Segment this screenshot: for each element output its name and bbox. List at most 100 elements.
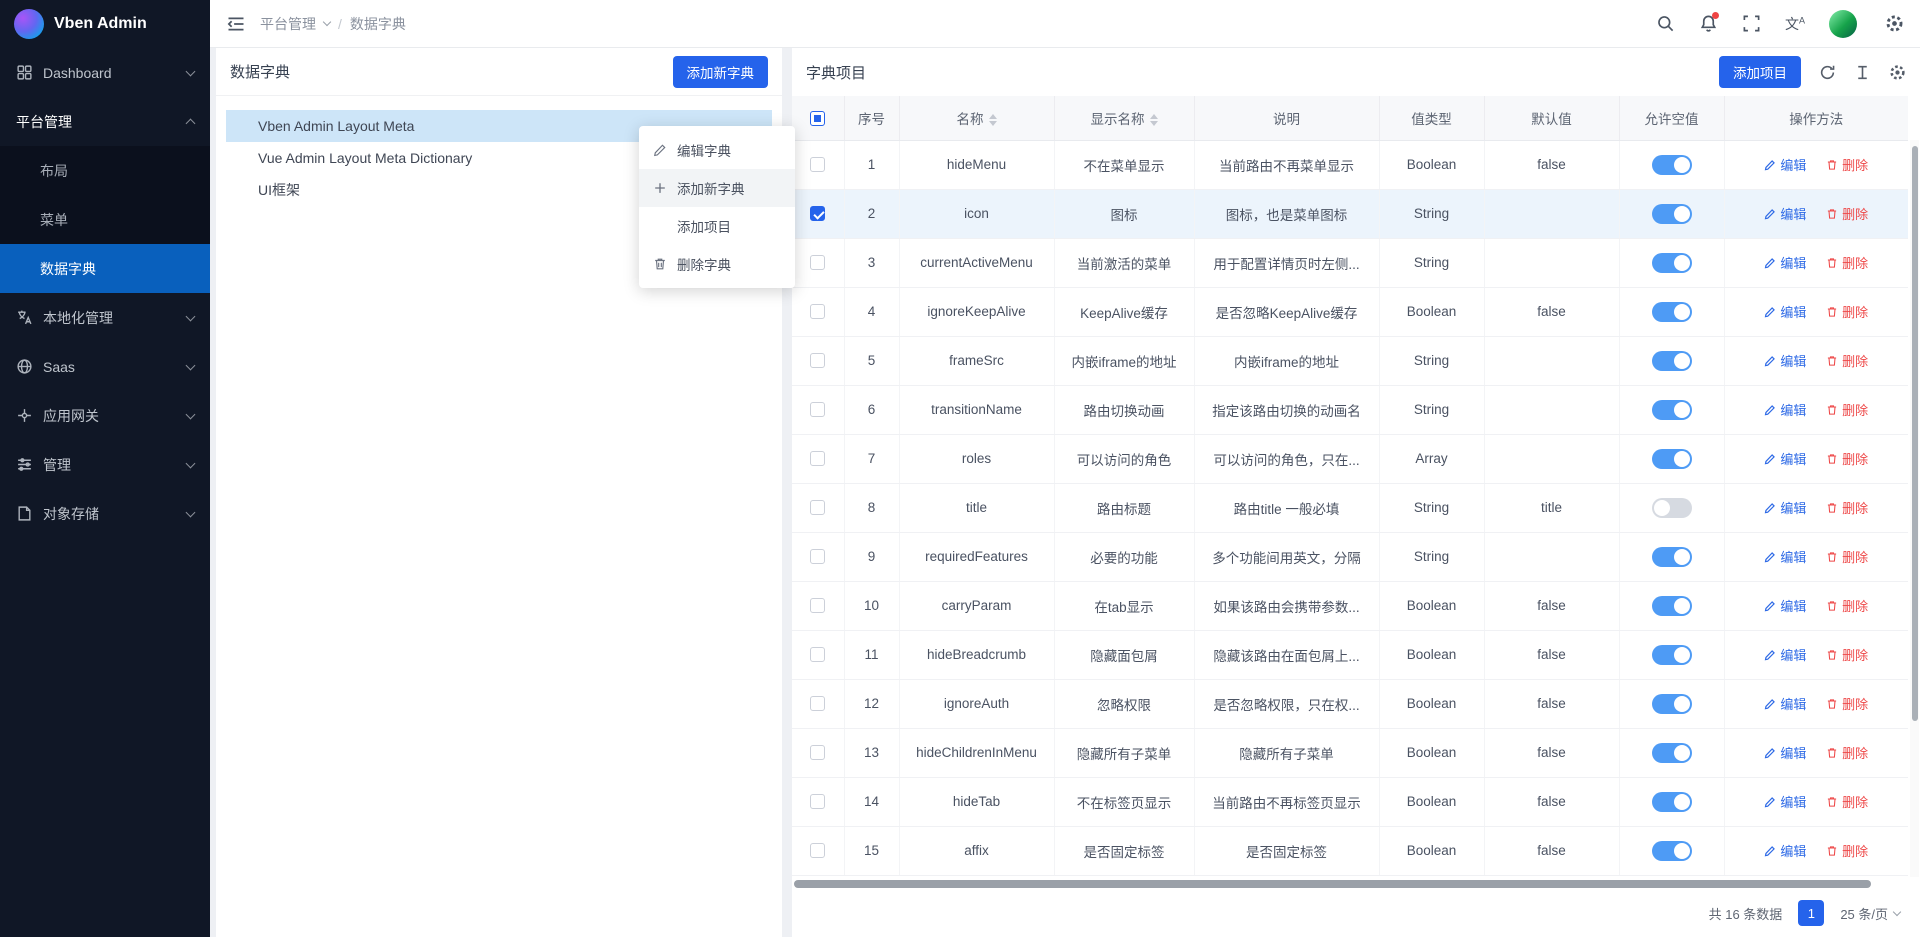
- delete-button[interactable]: 删除: [1826, 351, 1868, 370]
- delete-button[interactable]: 删除: [1826, 302, 1868, 321]
- vertical-scrollbar-thumb[interactable]: [1912, 146, 1918, 721]
- logo[interactable]: Vben Admin: [0, 0, 210, 48]
- row-checkbox[interactable]: [810, 696, 825, 711]
- nullable-toggle[interactable]: [1652, 400, 1692, 420]
- nullable-toggle[interactable]: [1652, 645, 1692, 665]
- delete-button[interactable]: 删除: [1826, 694, 1868, 713]
- nullable-toggle[interactable]: [1652, 547, 1692, 567]
- delete-button[interactable]: 删除: [1826, 792, 1868, 811]
- table-row[interactable]: 14 hideTab 不在标签页显示 当前路由不再标签页显示 Boolean f…: [792, 777, 1908, 826]
- row-checkbox[interactable]: [810, 206, 825, 221]
- edit-button[interactable]: 编辑: [1764, 351, 1806, 370]
- row-checkbox[interactable]: [810, 647, 825, 662]
- edit-button[interactable]: 编辑: [1764, 841, 1806, 860]
- delete-button[interactable]: 删除: [1826, 841, 1868, 860]
- sidebar-item-gateway[interactable]: 应用网关: [0, 391, 210, 440]
- edit-button[interactable]: 编辑: [1764, 792, 1806, 811]
- table-row[interactable]: 4 ignoreKeepAlive KeepAlive缓存 是否忽略KeepAl…: [792, 287, 1908, 336]
- edit-button[interactable]: 编辑: [1764, 743, 1806, 762]
- edit-button[interactable]: 编辑: [1764, 204, 1806, 223]
- search-icon[interactable]: [1656, 14, 1675, 33]
- table-row[interactable]: 12 ignoreAuth 忽略权限 是否忽略权限，只在权... Boolean…: [792, 679, 1908, 728]
- sidebar-item-platform[interactable]: 平台管理: [0, 97, 210, 146]
- edit-button[interactable]: 编辑: [1764, 155, 1806, 174]
- nullable-toggle[interactable]: [1652, 449, 1692, 469]
- notification-bell-icon[interactable]: [1699, 14, 1718, 33]
- sort-icon[interactable]: [989, 114, 997, 126]
- row-checkbox[interactable]: [810, 304, 825, 319]
- column-header-name[interactable]: 名称: [899, 96, 1054, 140]
- page-size-select[interactable]: 25 条/页: [1840, 904, 1900, 923]
- delete-button[interactable]: 删除: [1826, 253, 1868, 272]
- nullable-toggle[interactable]: [1652, 792, 1692, 812]
- delete-button[interactable]: 删除: [1826, 400, 1868, 419]
- delete-button[interactable]: 删除: [1826, 204, 1868, 223]
- table-row[interactable]: 9 requiredFeatures 必要的功能 多个功能间用英文，分隔 Str…: [792, 532, 1908, 581]
- breadcrumb-root[interactable]: 平台管理: [260, 14, 316, 34]
- edit-button[interactable]: 编辑: [1764, 302, 1806, 321]
- table-row[interactable]: 11 hideBreadcrumb 隐藏面包屑 隐藏该路由在面包屑上... Bo…: [792, 630, 1908, 679]
- nullable-toggle[interactable]: [1652, 694, 1692, 714]
- edit-button[interactable]: 编辑: [1764, 400, 1806, 419]
- edit-button[interactable]: 编辑: [1764, 645, 1806, 664]
- sidebar-item-localization[interactable]: 本地化管理: [0, 293, 210, 342]
- delete-button[interactable]: 删除: [1826, 155, 1868, 174]
- sidebar-item-menu[interactable]: 菜单: [0, 195, 210, 244]
- table-row[interactable]: 5 frameSrc 内嵌iframe的地址 内嵌iframe的地址 Strin…: [792, 336, 1908, 385]
- edit-button[interactable]: 编辑: [1764, 694, 1806, 713]
- translate-icon[interactable]: 文A: [1785, 14, 1805, 34]
- context-menu-delete-dictionary[interactable]: 删除字典: [639, 245, 795, 283]
- delete-button[interactable]: 删除: [1826, 449, 1868, 468]
- add-dictionary-button[interactable]: 添加新字典: [673, 56, 769, 88]
- select-all-header[interactable]: [792, 96, 844, 140]
- context-menu-add-item[interactable]: 添加项目: [639, 207, 795, 245]
- row-checkbox[interactable]: [810, 353, 825, 368]
- sidebar-collapse-icon[interactable]: [226, 14, 246, 34]
- select-all-checkbox[interactable]: [810, 111, 825, 126]
- row-checkbox[interactable]: [810, 745, 825, 760]
- delete-button[interactable]: 删除: [1826, 743, 1868, 762]
- table-row[interactable]: 6 transitionName 路由切换动画 指定该路由切换的动画名 Stri…: [792, 385, 1908, 434]
- context-menu-add-dictionary[interactable]: 添加新字典: [639, 169, 795, 207]
- sidebar-item-object-storage[interactable]: 对象存储: [0, 489, 210, 538]
- row-checkbox[interactable]: [810, 451, 825, 466]
- sidebar-item-management[interactable]: 管理: [0, 440, 210, 489]
- nullable-toggle[interactable]: [1652, 841, 1692, 861]
- horizontal-scrollbar[interactable]: [794, 879, 1904, 889]
- row-height-icon[interactable]: [1854, 64, 1871, 81]
- vertical-scrollbar[interactable]: [1910, 140, 1919, 877]
- fullscreen-icon[interactable]: [1742, 14, 1761, 33]
- table-row[interactable]: 15 affix 是否固定标签 是否固定标签 Boolean false 编辑 …: [792, 826, 1908, 875]
- nullable-toggle[interactable]: [1652, 302, 1692, 322]
- sidebar-item-layout[interactable]: 布局: [0, 146, 210, 195]
- row-checkbox[interactable]: [810, 843, 825, 858]
- add-item-button[interactable]: 添加项目: [1719, 56, 1801, 88]
- nullable-toggle[interactable]: [1652, 204, 1692, 224]
- sidebar-item-saas[interactable]: Saas: [0, 342, 210, 391]
- row-checkbox[interactable]: [810, 500, 825, 515]
- edit-button[interactable]: 编辑: [1764, 547, 1806, 566]
- sort-icon[interactable]: [1150, 114, 1158, 126]
- table-row[interactable]: 10 carryParam 在tab显示 如果该路由会携带参数... Boole…: [792, 581, 1908, 630]
- delete-button[interactable]: 删除: [1826, 645, 1868, 664]
- nullable-toggle[interactable]: [1652, 253, 1692, 273]
- row-checkbox[interactable]: [810, 402, 825, 417]
- table-row[interactable]: 2 icon 图标 图标，也是菜单图标 String 编辑 删除: [792, 189, 1908, 238]
- table-row[interactable]: 8 title 路由标题 路由title 一般必填 String title 编…: [792, 483, 1908, 532]
- edit-button[interactable]: 编辑: [1764, 449, 1806, 468]
- table-row[interactable]: 13 hideChildrenInMenu 隐藏所有子菜单 隐藏所有子菜单 Bo…: [792, 728, 1908, 777]
- table-row[interactable]: 3 currentActiveMenu 当前激活的菜单 用于配置详情页时左侧..…: [792, 238, 1908, 287]
- edit-button[interactable]: 编辑: [1764, 498, 1806, 517]
- nullable-toggle[interactable]: [1652, 351, 1692, 371]
- edit-button[interactable]: 编辑: [1764, 596, 1806, 615]
- table-settings-gear-icon[interactable]: [1889, 64, 1906, 81]
- gear-icon[interactable]: [1885, 14, 1904, 33]
- row-checkbox[interactable]: [810, 255, 825, 270]
- row-checkbox[interactable]: [810, 157, 825, 172]
- page-button[interactable]: 1: [1798, 900, 1824, 926]
- sidebar-item-dashboard[interactable]: Dashboard: [0, 48, 210, 97]
- delete-button[interactable]: 删除: [1826, 498, 1868, 517]
- table-row[interactable]: 1 hideMenu 不在菜单显示 当前路由不再菜单显示 Boolean fal…: [792, 140, 1908, 189]
- avatar[interactable]: [1829, 10, 1857, 38]
- row-checkbox[interactable]: [810, 549, 825, 564]
